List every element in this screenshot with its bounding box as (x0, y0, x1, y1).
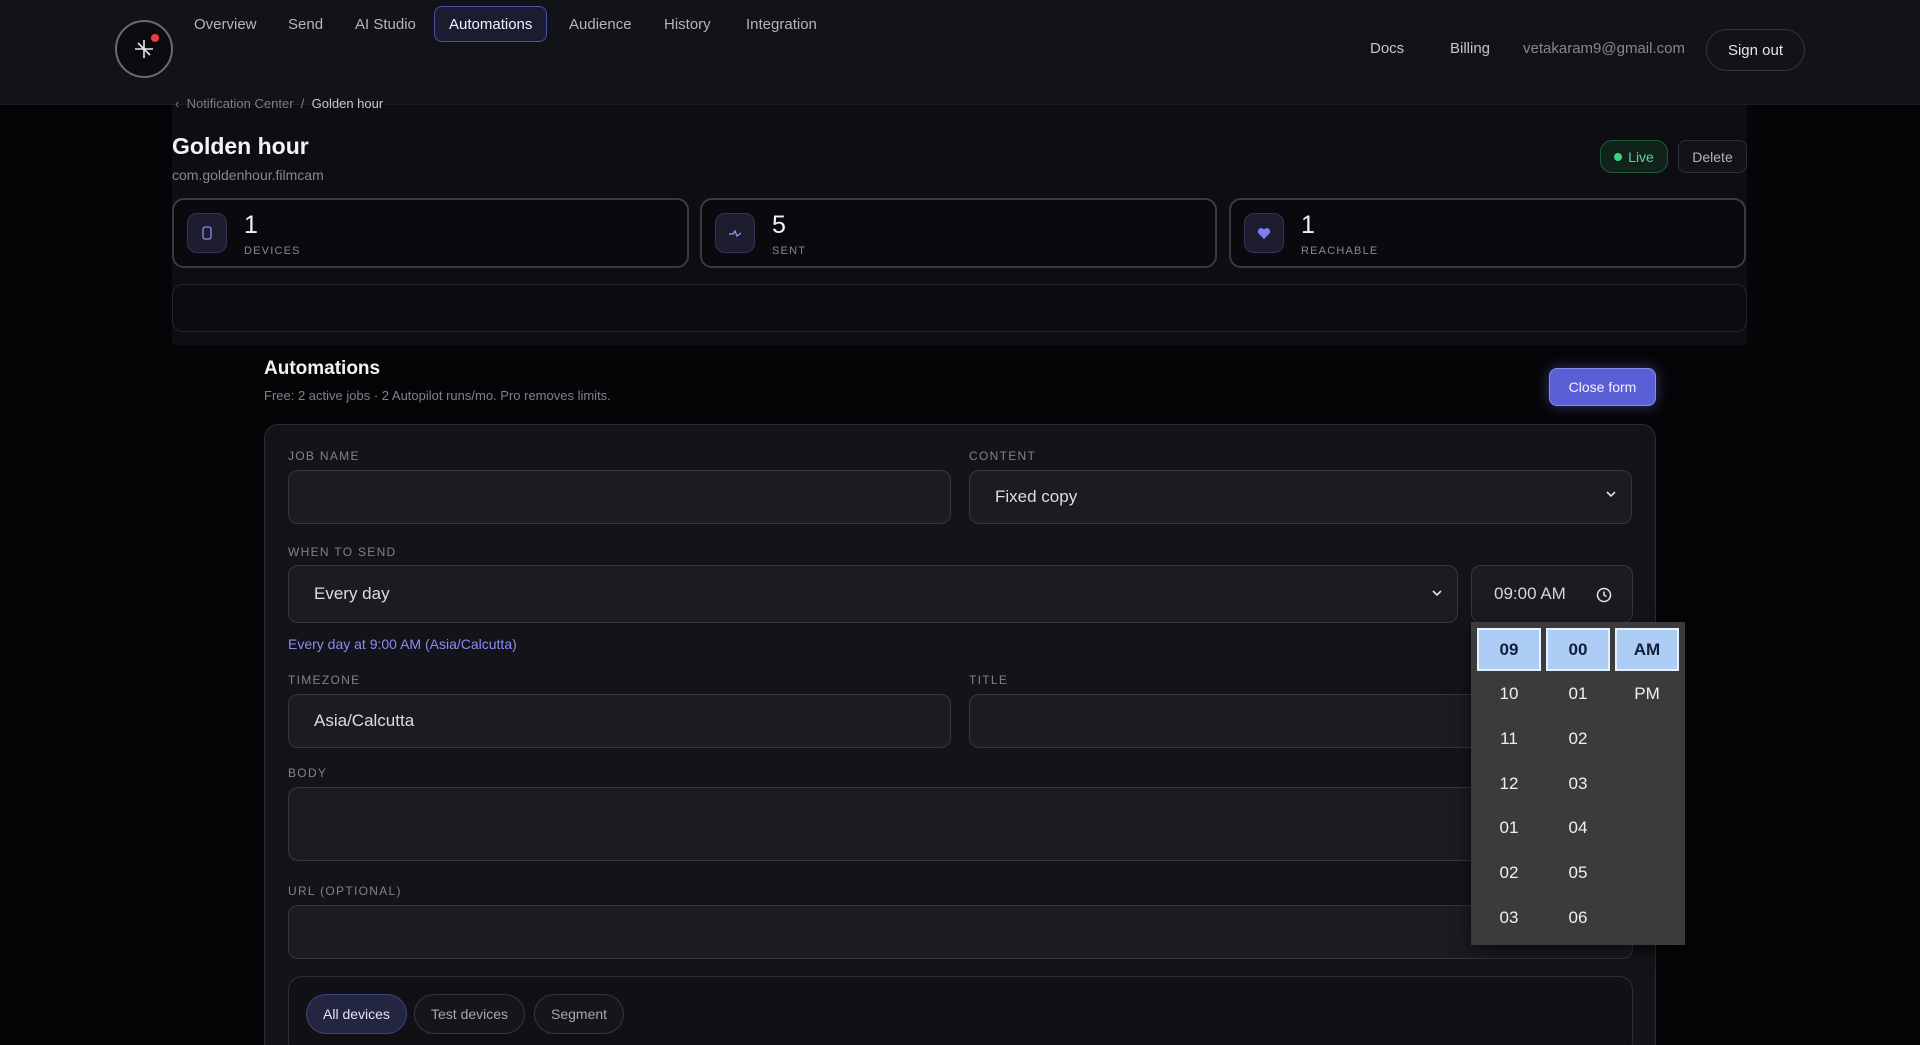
user-email: vetakaram9@gmail.com (1523, 40, 1685, 57)
stat-card-reachable: 1 REACHABLE (1229, 198, 1746, 268)
section-title: Automations (264, 358, 381, 379)
body-label: BODY (288, 766, 328, 780)
period-option[interactable]: PM (1615, 672, 1679, 715)
stat-value: 5 (772, 211, 786, 239)
chevron-left-icon[interactable]: ‹ (175, 96, 179, 111)
audience-segment[interactable]: Segment (534, 994, 625, 1034)
timezone-label: TIMEZONE (288, 673, 361, 687)
job-name-input[interactable] (288, 470, 951, 524)
stat-label: SENT (772, 245, 807, 257)
audience-test-devices[interactable]: Test devices (414, 994, 526, 1034)
stat-label: DEVICES (244, 245, 301, 257)
stat-card-devices: 1 DEVICES (172, 198, 689, 268)
time-input-value: 09:00 AM (1494, 584, 1566, 603)
logo[interactable] (115, 20, 173, 78)
period-option-selected[interactable]: AM (1615, 628, 1679, 671)
sparkle-icon (135, 40, 153, 58)
url-input[interactable] (288, 905, 1633, 959)
status-badge: Live (1600, 140, 1668, 173)
frequency-select-value: Every day (314, 584, 390, 603)
chevron-down-icon (1432, 590, 1442, 597)
minute-option[interactable]: 01 (1546, 672, 1610, 715)
stat-label: REACHABLE (1301, 245, 1379, 257)
minute-option-selected[interactable]: 00 (1546, 628, 1610, 671)
hour-option[interactable]: 01 (1477, 806, 1541, 849)
audience-all-devices[interactable]: All devices (306, 994, 407, 1034)
phone-icon (187, 213, 227, 253)
hour-option[interactable]: 12 (1477, 762, 1541, 805)
time-picker-dropdown: 09 10 11 12 01 02 03 00 01 02 03 04 05 0… (1471, 622, 1685, 945)
tab-history[interactable]: History (650, 6, 725, 42)
hour-option-selected[interactable]: 09 (1477, 628, 1541, 671)
status-label: Live (1628, 148, 1654, 165)
breadcrumb-parent[interactable]: Notification Center (187, 96, 294, 111)
tab-overview[interactable]: Overview (180, 6, 271, 42)
tab-automations[interactable]: Automations (434, 6, 548, 42)
timezone-input[interactable]: Asia/Calcutta (288, 694, 951, 748)
tab-ai-studio[interactable]: AI Studio (341, 6, 430, 42)
minute-option[interactable]: 03 (1546, 762, 1610, 805)
hour-option[interactable]: 10 (1477, 672, 1541, 715)
body-textarea[interactable] (288, 787, 1633, 861)
nav-link-billing[interactable]: Billing (1450, 40, 1490, 57)
time-input[interactable]: 09:00 AM (1471, 565, 1633, 623)
job-name-label: JOB NAME (288, 449, 360, 463)
stat-card-sent: 5 SENT (700, 198, 1217, 268)
content-select-value: Fixed copy (995, 487, 1078, 506)
notification-dot (151, 34, 159, 42)
hour-option[interactable]: 11 (1477, 717, 1541, 760)
minute-option[interactable]: 06 (1546, 896, 1610, 939)
hour-option[interactable]: 03 (1477, 896, 1541, 939)
pulse-icon (715, 213, 755, 253)
bundle-id: com.goldenhour.filmcam (172, 167, 324, 183)
sign-out-button[interactable]: Sign out (1706, 29, 1805, 71)
heart-icon (1244, 213, 1284, 253)
live-dot-icon (1614, 152, 1623, 161)
when-to-send-label: WHEN TO SEND (288, 545, 397, 559)
tab-bar (172, 284, 1747, 332)
plan-limits-note: Free: 2 active jobs · 2 Autopilot runs/m… (264, 388, 611, 403)
stat-value: 1 (1301, 211, 1315, 239)
breadcrumb: ‹ Notification Center / Golden hour (175, 96, 383, 111)
url-label: URL (OPTIONAL) (288, 884, 402, 898)
minute-option[interactable]: 02 (1546, 717, 1610, 760)
minute-option[interactable]: 05 (1546, 851, 1610, 894)
page-title: Golden hour (172, 133, 309, 159)
close-form-button[interactable]: Close form (1549, 368, 1656, 406)
nav-link-docs[interactable]: Docs (1370, 40, 1404, 57)
tab-send[interactable]: Send (274, 6, 337, 42)
title-label: TITLE (969, 673, 1009, 687)
frequency-select[interactable]: Every day (288, 565, 1458, 623)
stat-value: 1 (244, 211, 258, 239)
tab-audience[interactable]: Audience (555, 6, 646, 42)
breadcrumb-current: Golden hour (311, 96, 384, 111)
tab-integration[interactable]: Integration (732, 6, 831, 42)
minute-option[interactable]: 04 (1546, 806, 1610, 849)
hour-option[interactable]: 02 (1477, 851, 1541, 894)
chevron-down-icon (1606, 491, 1616, 498)
clock-icon[interactable] (1596, 587, 1612, 603)
content-label: CONTENT (969, 449, 1037, 463)
delete-button[interactable]: Delete (1678, 140, 1747, 173)
breadcrumb-separator: / (300, 96, 305, 111)
schedule-summary: Every day at 9:00 AM (Asia/Calcutta) (288, 636, 517, 652)
content-select[interactable]: Fixed copy (969, 470, 1632, 524)
